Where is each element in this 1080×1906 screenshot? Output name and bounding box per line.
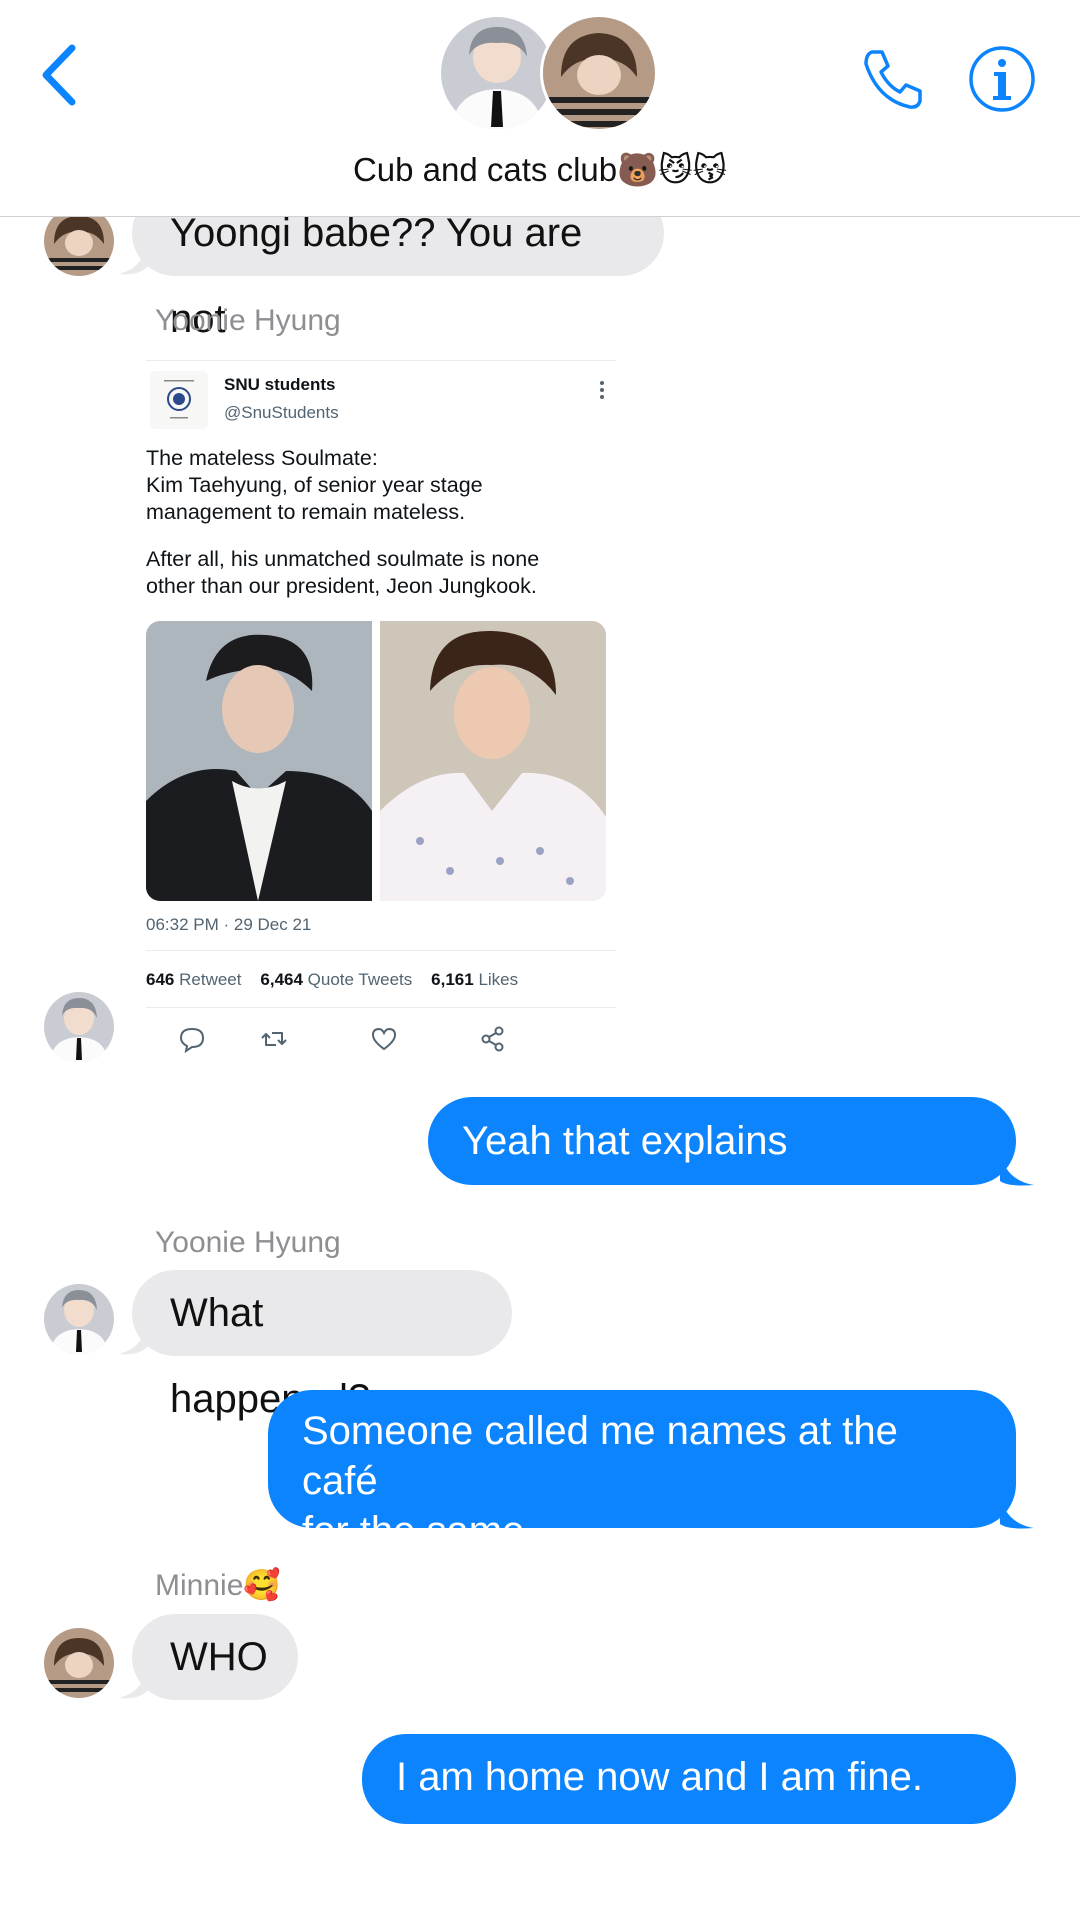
bubble-tail	[1000, 1498, 1034, 1529]
like-heart-icon[interactable]	[370, 1025, 398, 1053]
tweet-photo-2[interactable]	[380, 621, 606, 901]
tweet-body-line: Kim Taehyung, of senior year stage	[146, 473, 483, 497]
group-avatar-1[interactable]	[438, 14, 556, 132]
info-icon[interactable]	[967, 44, 1037, 114]
group-name[interactable]: Cub and cats club🐻😼😽	[0, 150, 1080, 190]
sender-name: Minnie🥰	[155, 1569, 281, 1602]
quote-count[interactable]: 6,464 Quote Tweets	[260, 970, 412, 989]
message-text: for the same	[302, 1509, 525, 1553]
divider	[146, 360, 616, 361]
tweet-stats: 646 Retweet 6,464 Quote Tweets 6,161 Lik…	[146, 970, 518, 990]
message-bubble-outgoing[interactable]: Yeah that explains everything	[428, 1097, 1016, 1251]
message-text: Someone called me names at the café	[302, 1409, 898, 1503]
message-text: WHO	[170, 1635, 268, 1679]
tweet-body: The mateless Soulmate: Kim Taehyung, of …	[146, 445, 616, 600]
sender-avatar-minnie[interactable]	[44, 1628, 114, 1698]
like-count[interactable]: 6,161 Likes	[431, 970, 518, 989]
tweet-author-handle[interactable]: @SnuStudents	[224, 403, 339, 423]
snu-logo-icon	[150, 371, 208, 429]
sender-name: Yoonie Hyung	[155, 1226, 341, 1259]
tweet-body-line: management to remain mateless.	[146, 500, 466, 524]
retweet-count[interactable]: 646 Retweet	[146, 970, 241, 989]
tweet-photo-1[interactable]	[146, 621, 372, 901]
sender-avatar-yoonie[interactable]	[44, 992, 114, 1062]
sender-name: Yoonie Hyung	[155, 304, 341, 337]
reply-icon[interactable]	[178, 1025, 206, 1053]
message-bubble-incoming[interactable]: WHO	[132, 1614, 298, 1700]
tweet-author-name[interactable]: SNU students	[224, 375, 335, 395]
conversation-header: Cub and cats club🐻😼😽	[0, 0, 1080, 217]
group-avatar-2[interactable]	[540, 14, 658, 132]
message-bubble-incoming[interactable]: What happened?	[132, 1270, 512, 1421]
message-bubble-outgoing[interactable]: Someone called me names at the café for …	[268, 1390, 1016, 1553]
message-bubble-outgoing[interactable]: I am home now and I am fine. Gtg	[362, 1734, 1016, 1885]
tweet-body-line: other than our president, Jeon Jungkook.	[146, 574, 537, 598]
divider	[146, 950, 616, 951]
message-text: Yeah that explains everything	[462, 1119, 788, 1251]
sender-avatar-yoonie[interactable]	[44, 1284, 114, 1354]
retweet-icon[interactable]	[260, 1025, 288, 1053]
divider	[146, 1007, 616, 1008]
share-icon[interactable]	[479, 1025, 507, 1053]
more-options-icon[interactable]	[598, 379, 606, 401]
message-text: I am home now and I am fine. Gtg	[396, 1755, 923, 1885]
tweet-timestamp[interactable]: 06:32 PM · 29 Dec 21	[146, 915, 311, 935]
back-chevron-icon[interactable]	[40, 44, 76, 106]
bubble-tail	[1000, 1155, 1034, 1186]
tweet-body-line: The mateless Soulmate:	[146, 446, 378, 470]
tweet-body-line: After all, his unmatched soulmate is non…	[146, 547, 540, 571]
phone-icon[interactable]	[858, 44, 928, 114]
